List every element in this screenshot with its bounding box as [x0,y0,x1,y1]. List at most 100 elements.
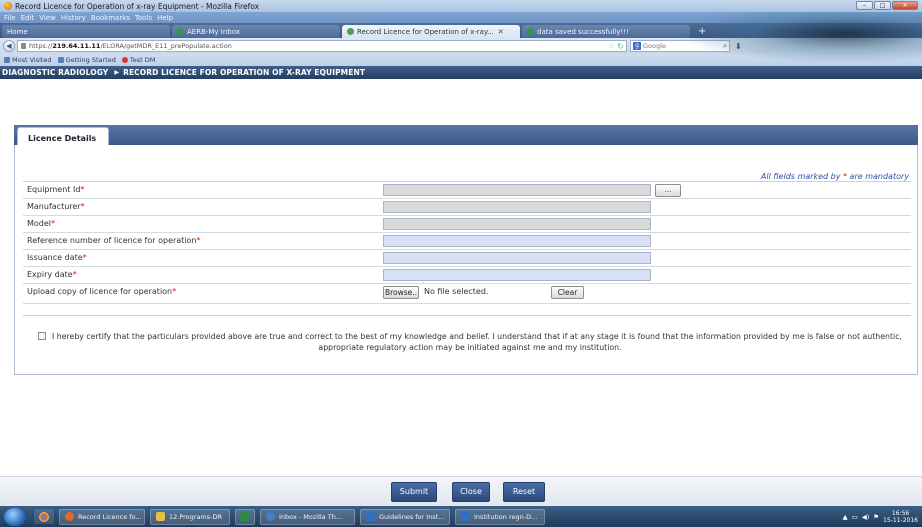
equipment-lookup-button[interactable]: ... [655,184,681,197]
excel-icon [240,512,249,521]
clear-button[interactable]: Clear [551,286,584,299]
required-asterisk: * [172,287,177,296]
minimize-button[interactable]: – [856,1,873,10]
equipment-id-label: Equipment Id* [27,185,84,194]
new-tab-icon[interactable]: + [692,26,712,38]
tab-aerb-inbox[interactable]: AERB-My Inbox [172,25,340,38]
taskbar-excel-window[interactable] [235,508,255,525]
download-icon[interactable]: ⬇ [735,42,742,51]
reset-button[interactable]: Reset [503,482,545,502]
upload-licence-row: Upload copy of licence for operation* Br… [23,284,911,304]
chrome-pinned-icon[interactable] [34,509,54,524]
bookmark-star-icon[interactable]: ☆ [608,42,617,50]
expiry-date-field[interactable] [383,269,651,281]
bookmark-most-visited[interactable]: Most Visited [4,56,52,64]
taskbar-label: Record Licence fo... [78,512,142,521]
required-asterisk: * [80,185,85,194]
system-tray: ▲ ▭ ◀) ⚑ 16:56 15-11-2016 [843,510,922,524]
label-text: Reference number of licence for operatio… [27,236,197,245]
taskbar-label: 12.Programs-DR [169,512,223,521]
taskbar-label: Guidelines for Inst... [379,512,445,521]
issuance-date-row: Issuance date* [23,250,911,267]
licence-reference-label: Reference number of licence for operatio… [27,236,201,245]
page-favicon-icon [527,28,534,35]
window-controls: – □ ✕ [856,1,918,10]
form-tab-strip [14,125,918,145]
page-header: DIAGNOSTIC RADIOLOGY ▶ RECORD LICENCE FO… [0,66,922,79]
taskbar-firefox-window[interactable]: Record Licence fo... [59,508,145,525]
required-asterisk: * [72,270,77,279]
taskbar-folder-window[interactable]: 12.Programs-DR [150,508,230,525]
back-icon[interactable]: ◀ [3,40,15,52]
taskbar-label: Institution regn-D... [474,512,538,521]
mandatory-note-suffix: are mandatory [847,172,909,181]
label-text: Upload copy of licence for operation [27,287,173,296]
certification-statement: I hereby certify that the particulars pr… [29,331,911,353]
chrome-icon [39,511,49,522]
search-placeholder: Google [643,42,666,50]
network-icon[interactable]: ▭ [852,513,858,521]
close-window-button[interactable]: ✕ [892,1,918,10]
licence-details-panel: All fields marked by * are mandatory Equ… [14,145,918,375]
mandatory-note: All fields marked by * are mandatory [761,172,909,181]
volume-icon[interactable]: ◀) [862,513,870,521]
label-text: Equipment Id [27,185,81,194]
taskbar-word-window-2[interactable]: Institution regn-D... [455,508,545,525]
required-asterisk: * [80,202,85,211]
bookmark-getting-started[interactable]: Getting Started [57,56,116,64]
tab-data-saved[interactable]: data saved successfully!!! [522,25,690,38]
model-field[interactable] [383,218,651,230]
certify-text: I hereby certify that the particulars pr… [52,332,902,352]
breadcrumb-arrow-icon: ▶ [114,69,120,76]
menu-file[interactable]: File [4,14,16,22]
taskbar-thunderbird-window[interactable]: Inbox - Mozilla Th... [260,508,355,525]
menu-history[interactable]: History [61,14,86,22]
page-title: RECORD LICENCE FOR OPERATION OF X-RAY EQ… [123,68,366,77]
tab-home[interactable]: Home [2,25,170,38]
action-bar: Submit Close Reset [0,476,922,506]
close-tab-icon[interactable]: ✕ [498,28,504,36]
licence-reference-field[interactable] [383,235,651,247]
label-text: Model [27,219,52,228]
browser-tab-bar: Home AERB-My Inbox Record Licence for Op… [0,23,922,38]
equipment-id-field[interactable] [383,184,651,196]
maximize-button[interactable]: □ [874,1,891,10]
browse-button[interactable]: Browse.. [383,286,419,299]
bookmark-label: Test DM [129,56,156,64]
bookmark-test-dm[interactable]: Test DM [121,56,156,64]
label-text: Manufacturer [27,202,81,211]
search-input[interactable]: g Google ⌕ [630,40,730,52]
issuance-date-field[interactable] [383,252,651,264]
menu-bookmarks[interactable]: Bookmarks [91,14,130,22]
url-bar[interactable]: https://219.64.11.11/ELORA/getMDR_E11_pr… [17,40,627,52]
menu-view[interactable]: View [39,14,56,22]
tab-label: Home [7,27,28,36]
certify-divider [23,315,911,316]
thunderbird-icon [266,512,275,521]
menu-help[interactable]: Help [157,14,173,22]
model-row: Model* [23,216,911,233]
submit-button[interactable]: Submit [391,482,437,502]
required-asterisk: * [51,219,56,228]
bookmark-icon [121,57,128,63]
search-icon[interactable]: ⌕ [723,42,729,51]
start-button-icon[interactable] [4,507,26,526]
clock-date: 15-11-2016 [883,516,918,524]
tab-record-licence[interactable]: Record Licence for Operation of x-ray...… [342,25,520,38]
flag-icon[interactable]: ⚑ [873,513,879,521]
folder-icon [156,512,165,521]
taskbar-word-window-1[interactable]: Guidelines for Inst... [360,508,450,525]
menu-edit[interactable]: Edit [21,14,35,22]
certify-checkbox[interactable] [38,332,46,340]
close-button[interactable]: Close [452,482,490,502]
menu-tools[interactable]: Tools [135,14,152,22]
reload-icon[interactable]: ↻ [617,42,626,51]
bookmarks-toolbar: Most Visited Getting Started Test DM [0,54,922,66]
url-prefix: https:// [29,42,53,50]
tab-label: AERB-My Inbox [187,27,240,36]
expiry-date-label: Expiry date* [27,270,77,279]
manufacturer-field[interactable] [383,201,651,213]
tray-arrow-icon[interactable]: ▲ [843,513,848,521]
clock[interactable]: 16:56 15-11-2016 [883,510,918,524]
label-text: Issuance date [27,253,83,262]
